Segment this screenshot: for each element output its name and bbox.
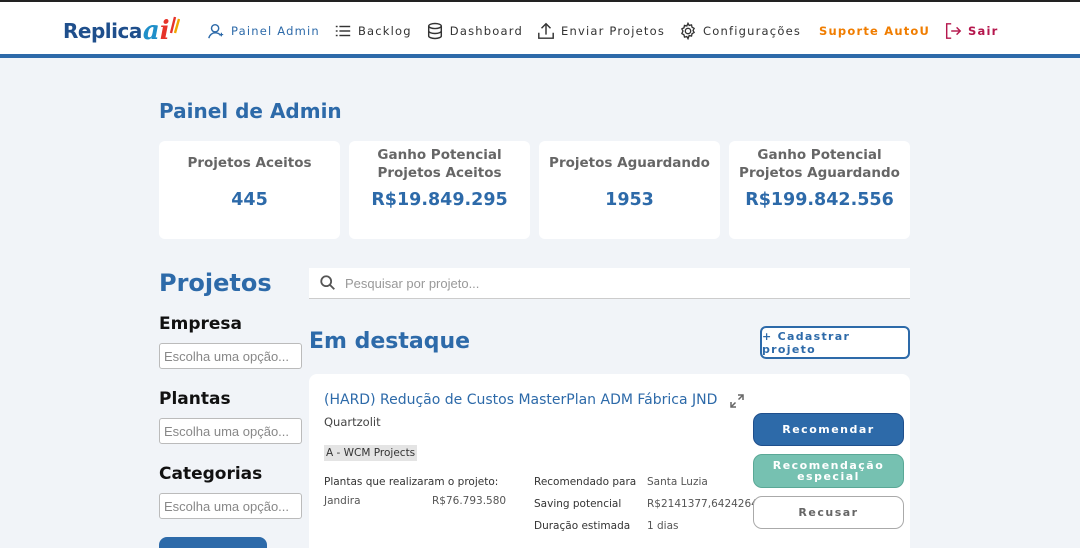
- filter-label-empresa: Empresa: [159, 314, 242, 334]
- app-logo[interactable]: Replica ai: [63, 12, 180, 50]
- button-label-line2: especial: [797, 470, 860, 483]
- nav-label: Enviar Projetos: [561, 24, 666, 38]
- upload-icon: [538, 22, 554, 39]
- top-navbar: Replica ai Painel Admin Backlog Dashboar…: [0, 0, 1080, 58]
- nav-label: Dashboard: [449, 24, 523, 38]
- gear-icon: [681, 22, 696, 40]
- nav-label: Backlog: [357, 24, 412, 38]
- search-input[interactable]: Pesquisar por projeto...: [345, 276, 479, 291]
- logo-accent-strokes: [169, 16, 180, 34]
- recommended-label: Recomendado para: [534, 476, 637, 488]
- duration-label: Duração estimada: [534, 520, 631, 532]
- project-title[interactable]: (HARD) Redução de Custos MasterPlan ADM …: [324, 392, 717, 408]
- logout-icon: [946, 23, 962, 39]
- nav-suporte[interactable]: Suporte AutoU: [819, 24, 930, 38]
- logo-text: Replica: [63, 19, 142, 43]
- nav-label: Configurações: [703, 24, 802, 38]
- nav-painel-admin[interactable]: Painel Admin: [207, 22, 320, 40]
- nav-backlog[interactable]: Backlog: [334, 22, 412, 40]
- nav-sair[interactable]: Sair: [944, 22, 998, 40]
- stat-label: Projetos Aceitos: [187, 155, 312, 171]
- stat-value: 1953: [605, 190, 654, 210]
- expand-icon[interactable]: [729, 393, 745, 409]
- register-project-button[interactable]: + Cadastrar projeto: [760, 326, 910, 359]
- nav-configuracoes[interactable]: Configurações: [679, 22, 801, 40]
- stat-label: Ganho Potencial: [377, 147, 502, 163]
- stat-value: 445: [231, 190, 268, 210]
- plantas-select[interactable]: Escolha uma opção...: [159, 418, 302, 444]
- empresa-select[interactable]: Escolha uma opção...: [159, 343, 302, 369]
- stat-card-accepted: Projetos Aceitos 445: [159, 141, 340, 239]
- nav-label: Suporte AutoU: [819, 24, 931, 38]
- stat-card-gain-waiting: Ganho Potencial Projetos Aguardando R$19…: [729, 141, 910, 239]
- special-recommendation-button[interactable]: Recomendação especial: [753, 454, 904, 488]
- database-icon: [427, 22, 442, 40]
- stat-label: Ganho Potencial: [757, 147, 882, 163]
- list-icon: [335, 25, 351, 37]
- recommended-value: Santa Luzia: [647, 476, 708, 488]
- search-bar[interactable]: Pesquisar por projeto...: [309, 268, 910, 299]
- category-tag: A - WCM Projects: [324, 445, 418, 461]
- logo-ai-mark: ai: [142, 16, 170, 46]
- stat-card-waiting: Projetos Aguardando 1953: [539, 141, 720, 239]
- nav-dashboard[interactable]: Dashboard: [426, 22, 523, 40]
- nav-label: Sair: [968, 24, 999, 38]
- stat-card-gain-accepted: Ganho Potencial Projetos Aceitos R$19.84…: [349, 141, 530, 239]
- plant-value: R$76.793.580: [432, 495, 507, 507]
- recommend-button[interactable]: Recomendar: [753, 413, 904, 446]
- filter-label-categorias: Categorias: [159, 464, 263, 484]
- duration-value: 1 dias: [647, 520, 679, 532]
- stat-label: Projetos Aguardando: [549, 155, 710, 171]
- filter-label-plantas: Plantas: [159, 389, 231, 409]
- categorias-select[interactable]: Escolha uma opção...: [159, 493, 302, 519]
- project-card: (HARD) Redução de Custos MasterPlan ADM …: [309, 374, 910, 548]
- stat-value: R$199.842.556: [745, 190, 894, 210]
- project-company: Quartzolit: [324, 415, 381, 429]
- plant-name: Jandira: [324, 495, 361, 507]
- sidebar-title: Projetos: [159, 269, 272, 297]
- user-icon: [208, 23, 224, 39]
- saving-value: R$2141377,64242649: [647, 498, 765, 510]
- stat-label-line2: Projetos Aguardando: [739, 165, 900, 181]
- filter-submit-button[interactable]: [159, 537, 267, 548]
- plants-label: Plantas que realizaram o projeto:: [324, 476, 499, 488]
- featured-title: Em destaque: [309, 329, 471, 354]
- nav-label: Painel Admin: [231, 24, 320, 38]
- page-title: Painel de Admin: [159, 99, 342, 123]
- search-icon: [320, 275, 335, 290]
- stat-value: R$19.849.295: [371, 190, 508, 210]
- saving-label: Saving potencial: [534, 498, 622, 510]
- reject-button[interactable]: Recusar: [753, 496, 904, 529]
- stat-label-line2: Projetos Aceitos: [377, 165, 502, 181]
- nav-enviar-projetos[interactable]: Enviar Projetos: [537, 22, 665, 40]
